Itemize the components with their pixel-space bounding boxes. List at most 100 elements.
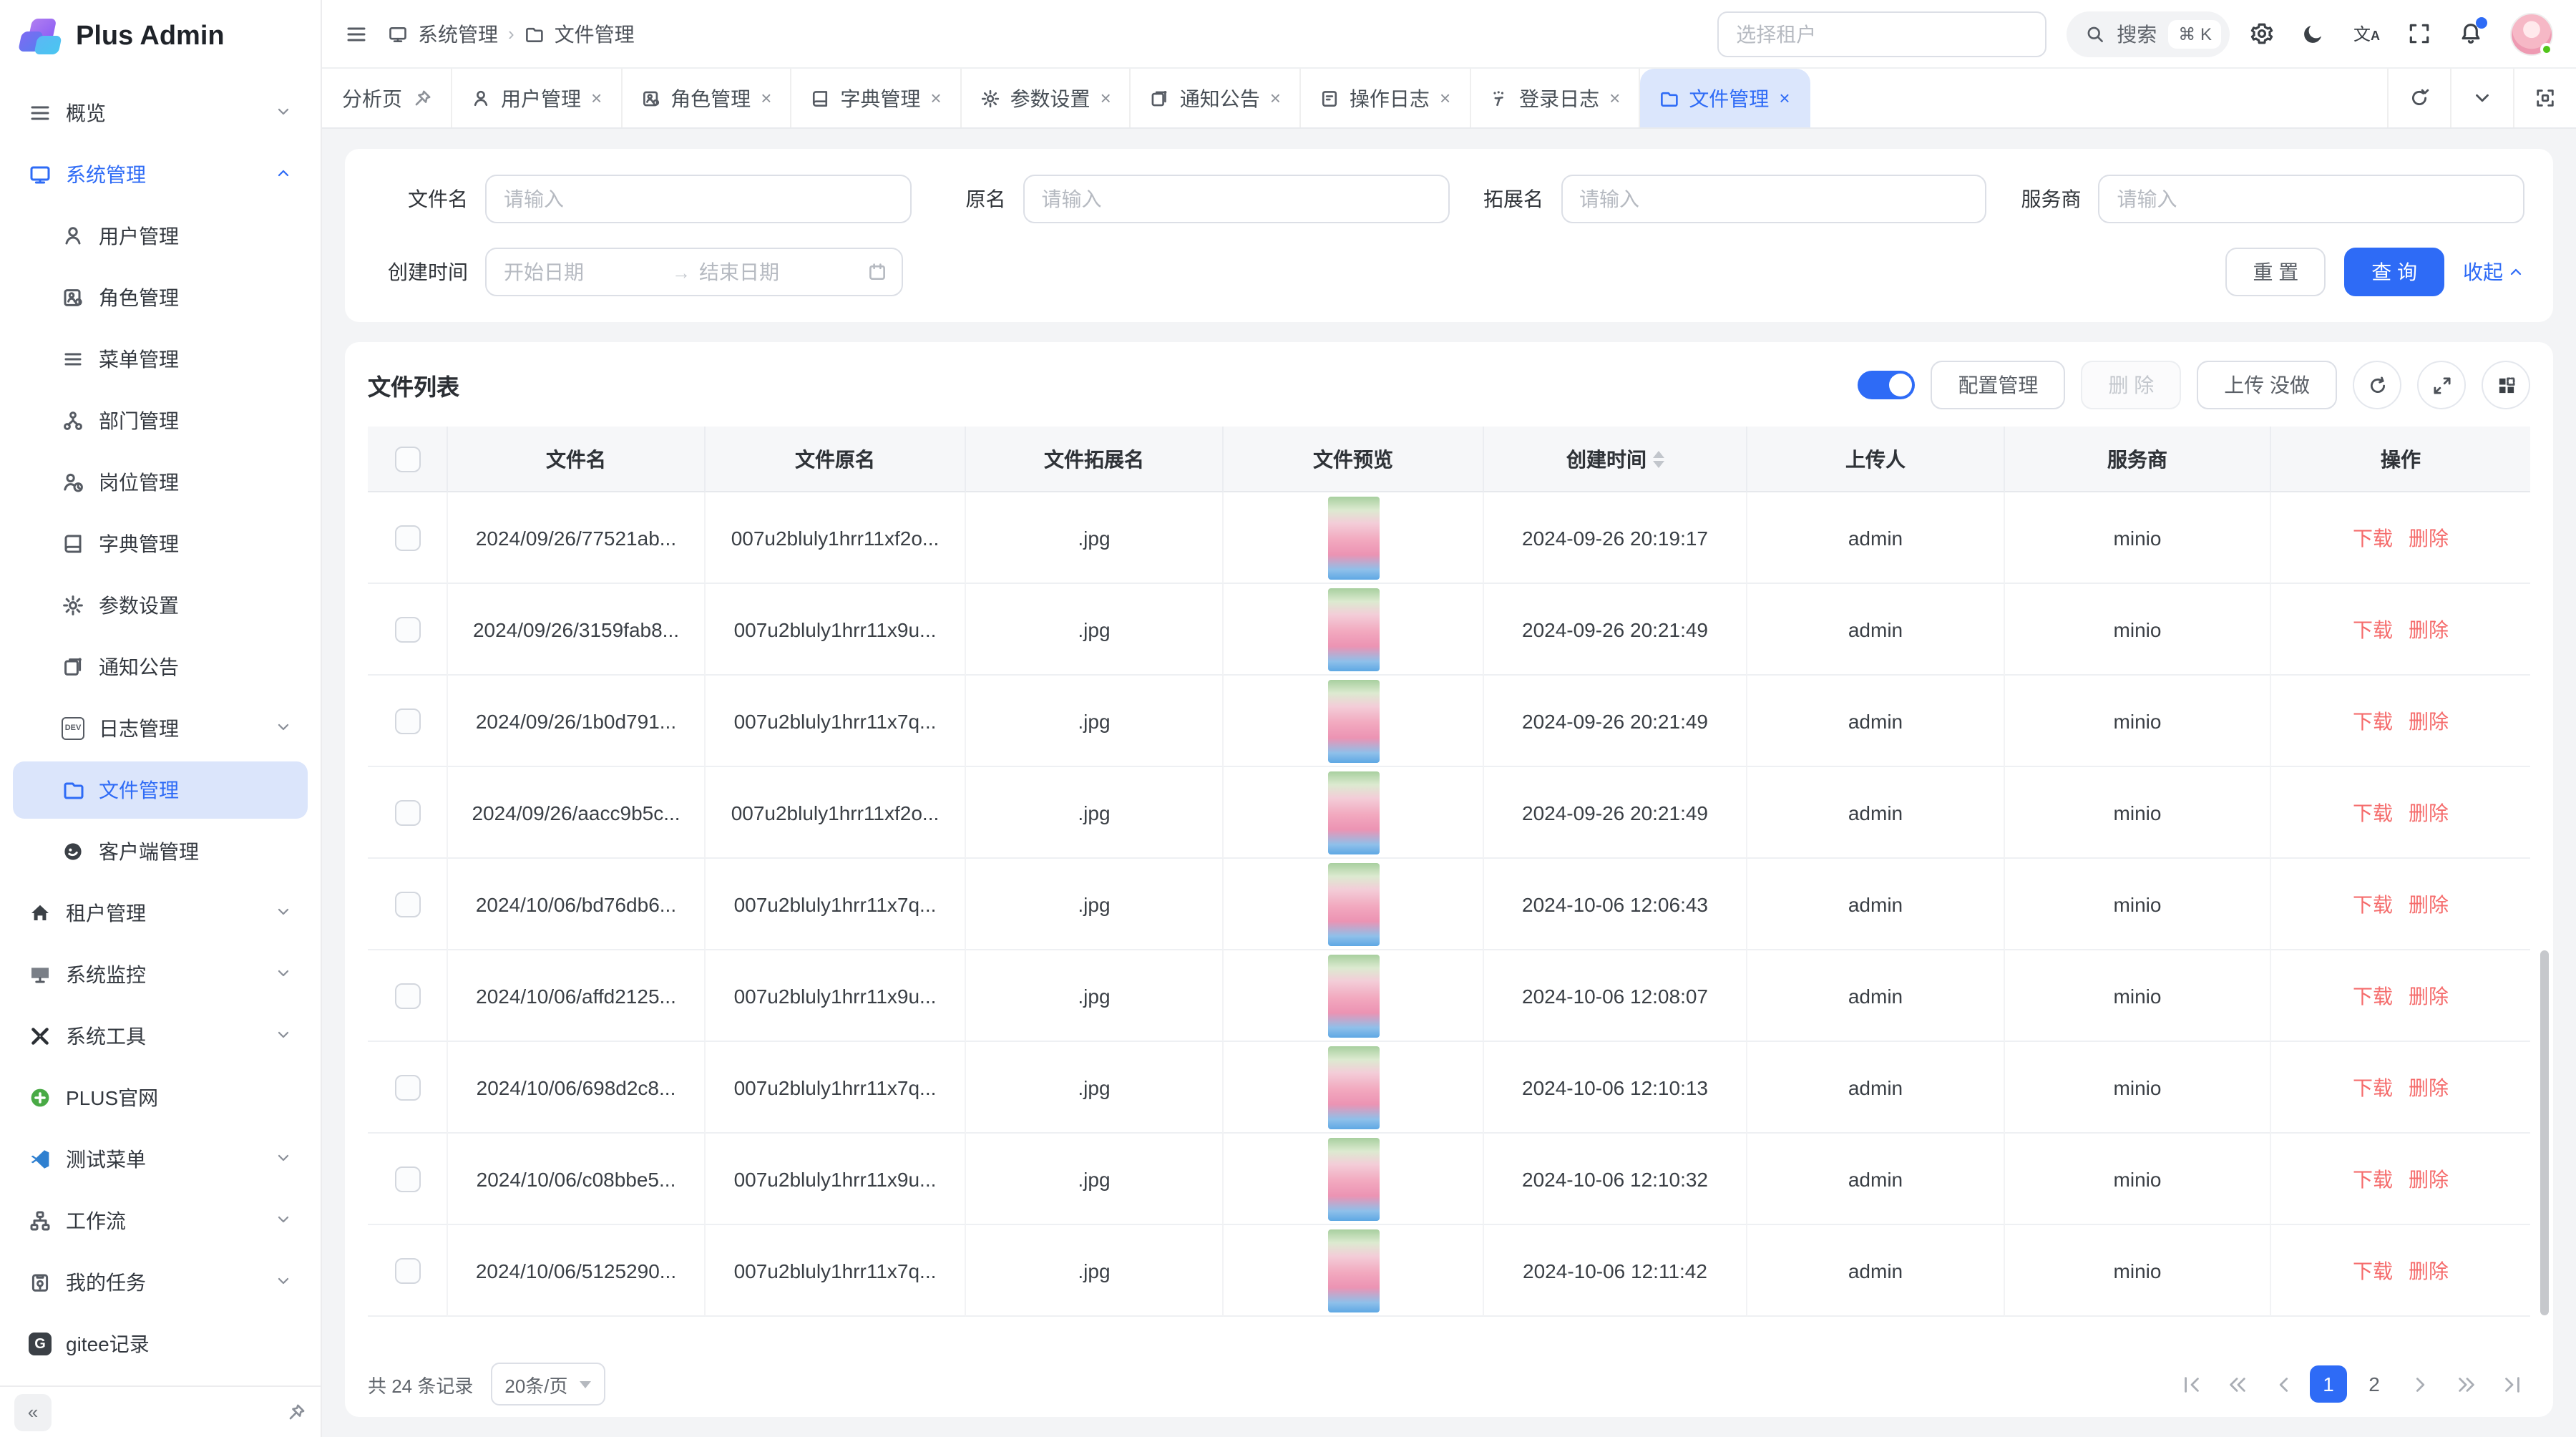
- sidebar-item-user-mgmt[interactable]: 用户管理: [13, 208, 308, 265]
- delete-link[interactable]: 删除: [2409, 1256, 2449, 1285]
- close-icon[interactable]: ×: [1609, 87, 1620, 109]
- delete-link[interactable]: 删除: [2409, 1164, 2449, 1193]
- tab-login-log[interactable]: 登录日志×: [1470, 69, 1640, 127]
- tab-file-mgmt[interactable]: 文件管理×: [1640, 69, 1810, 127]
- download-link[interactable]: 下载: [2353, 706, 2393, 735]
- tab-analysis[interactable]: 分析页: [322, 69, 452, 127]
- table-expand-icon[interactable]: [2417, 361, 2466, 409]
- row-checkbox[interactable]: [394, 799, 420, 825]
- row-checkbox[interactable]: [394, 1074, 420, 1100]
- sidebar-item-param-settings[interactable]: 参数设置: [13, 577, 308, 634]
- col-origin-name[interactable]: 文件原名: [706, 427, 966, 492]
- delete-link[interactable]: 删除: [2409, 523, 2449, 552]
- sidebar-item-role-mgmt[interactable]: 角色管理: [13, 269, 308, 326]
- sidebar-item-system-mgmt[interactable]: 系统管理: [13, 146, 308, 203]
- sidebar-item-dept-mgmt[interactable]: 部门管理: [13, 392, 308, 449]
- download-link[interactable]: 下载: [2353, 1164, 2393, 1193]
- sidebar-item-plus-site[interactable]: PLUS官网: [13, 1069, 308, 1126]
- page-size-select[interactable]: 20条/页: [490, 1363, 605, 1406]
- preview-thumbnail[interactable]: [1327, 862, 1379, 945]
- sidebar-item-workflow[interactable]: 工作流: [13, 1192, 308, 1250]
- tab-user-mgmt[interactable]: 用户管理×: [452, 69, 622, 127]
- chevron-down-icon[interactable]: [2450, 69, 2513, 127]
- sidebar-item-post-mgmt[interactable]: 岗位管理: [13, 454, 308, 511]
- preview-thumbnail[interactable]: [1327, 954, 1379, 1037]
- preview-thumbnail[interactable]: [1327, 588, 1379, 671]
- ext-input[interactable]: [1561, 175, 1987, 223]
- close-icon[interactable]: ×: [1440, 87, 1450, 109]
- table-refresh-icon[interactable]: [2353, 361, 2401, 409]
- forward-10-pages-icon[interactable]: [2447, 1365, 2484, 1403]
- query-button[interactable]: 查 询: [2344, 248, 2444, 296]
- tab-operation-log[interactable]: 操作日志×: [1301, 69, 1470, 127]
- col-uploader[interactable]: 上传人: [1747, 427, 2005, 492]
- sidebar-item-client-mgmt[interactable]: 客户端管理: [13, 823, 308, 880]
- tab-notice[interactable]: 通知公告×: [1131, 69, 1301, 127]
- sidebar-collapse-button[interactable]: «: [14, 1393, 52, 1431]
- file-name-input[interactable]: [485, 175, 912, 223]
- hamburger-icon[interactable]: [345, 22, 368, 45]
- tab-dict-mgmt[interactable]: 字典管理×: [791, 69, 961, 127]
- preview-thumbnail[interactable]: [1327, 496, 1379, 579]
- sort-caret-icon[interactable]: [1652, 450, 1664, 467]
- page-2-button[interactable]: 2: [2356, 1365, 2393, 1403]
- fullscreen-icon[interactable]: [2407, 21, 2431, 46]
- sidebar-item-test-menu[interactable]: 测试菜单: [13, 1131, 308, 1188]
- first-page-icon[interactable]: [2172, 1365, 2210, 1403]
- sidebar-item-log-mgmt[interactable]: DEV 日志管理: [13, 700, 308, 757]
- delete-link[interactable]: 删除: [2409, 798, 2449, 827]
- sidebar-item-dict-mgmt[interactable]: 字典管理: [13, 515, 308, 573]
- row-checkbox[interactable]: [394, 616, 420, 642]
- col-created[interactable]: 创建时间: [1484, 427, 1747, 492]
- last-page-icon[interactable]: [2493, 1365, 2530, 1403]
- preview-thumbnail[interactable]: [1327, 1137, 1379, 1220]
- global-search[interactable]: 搜索 ⌘ K: [2067, 11, 2230, 57]
- row-checkbox[interactable]: [394, 891, 420, 917]
- upload-button[interactable]: 上传 没做: [2197, 361, 2337, 409]
- close-icon[interactable]: ×: [591, 87, 602, 109]
- delete-link[interactable]: 删除: [2409, 981, 2449, 1010]
- delete-button[interactable]: 删 除: [2081, 361, 2181, 409]
- sidebar-item-tenant-mgmt[interactable]: 租户管理: [13, 885, 308, 942]
- col-provider[interactable]: 服务商: [2005, 427, 2271, 492]
- delete-link[interactable]: 删除: [2409, 1073, 2449, 1101]
- close-icon[interactable]: ×: [1101, 87, 1111, 109]
- dark-mode-moon-icon[interactable]: [2302, 21, 2326, 46]
- row-checkbox[interactable]: [394, 708, 420, 734]
- row-checkbox[interactable]: [394, 525, 420, 550]
- tab-param-settings[interactable]: 参数设置×: [962, 69, 1131, 127]
- sidebar-item-gitee[interactable]: G gitee记录: [13, 1315, 308, 1373]
- preview-thumbnail[interactable]: [1327, 771, 1379, 854]
- origin-name-input[interactable]: [1023, 175, 1450, 223]
- table-scrollbar[interactable]: [2540, 950, 2549, 1315]
- close-icon[interactable]: ×: [1270, 87, 1281, 109]
- row-checkbox[interactable]: [394, 983, 420, 1008]
- download-link[interactable]: 下载: [2353, 1256, 2393, 1285]
- breadcrumb-item[interactable]: 系统管理: [418, 19, 498, 48]
- config-mgmt-button[interactable]: 配置管理: [1931, 361, 2065, 409]
- page-1-button[interactable]: 1: [2310, 1365, 2347, 1403]
- collapse-filters-link[interactable]: 收起: [2463, 258, 2524, 286]
- download-link[interactable]: 下载: [2353, 615, 2393, 643]
- delete-link[interactable]: 删除: [2409, 706, 2449, 735]
- download-link[interactable]: 下载: [2353, 890, 2393, 918]
- pin-icon[interactable]: [286, 1402, 306, 1422]
- row-checkbox[interactable]: [394, 1257, 420, 1283]
- refresh-icon[interactable]: [2387, 69, 2450, 127]
- column-settings-icon[interactable]: [2482, 361, 2530, 409]
- close-icon[interactable]: ×: [1779, 87, 1790, 109]
- provider-input[interactable]: [2099, 175, 2525, 223]
- delete-link[interactable]: 删除: [2409, 890, 2449, 918]
- close-icon[interactable]: ×: [761, 87, 771, 109]
- tab-role-mgmt[interactable]: 角色管理×: [622, 69, 791, 127]
- pin-icon[interactable]: [412, 88, 432, 108]
- preview-thumbnail[interactable]: [1327, 1046, 1379, 1129]
- download-link[interactable]: 下载: [2353, 981, 2393, 1010]
- col-actions[interactable]: 操作: [2271, 427, 2530, 492]
- create-time-range-picker[interactable]: 开始日期 → 结束日期: [485, 248, 903, 296]
- sidebar-item-file-mgmt[interactable]: 文件管理: [13, 761, 308, 819]
- col-preview[interactable]: 文件预览: [1224, 427, 1484, 492]
- col-file-name[interactable]: 文件名: [448, 427, 706, 492]
- delete-link[interactable]: 删除: [2409, 615, 2449, 643]
- download-link[interactable]: 下载: [2353, 798, 2393, 827]
